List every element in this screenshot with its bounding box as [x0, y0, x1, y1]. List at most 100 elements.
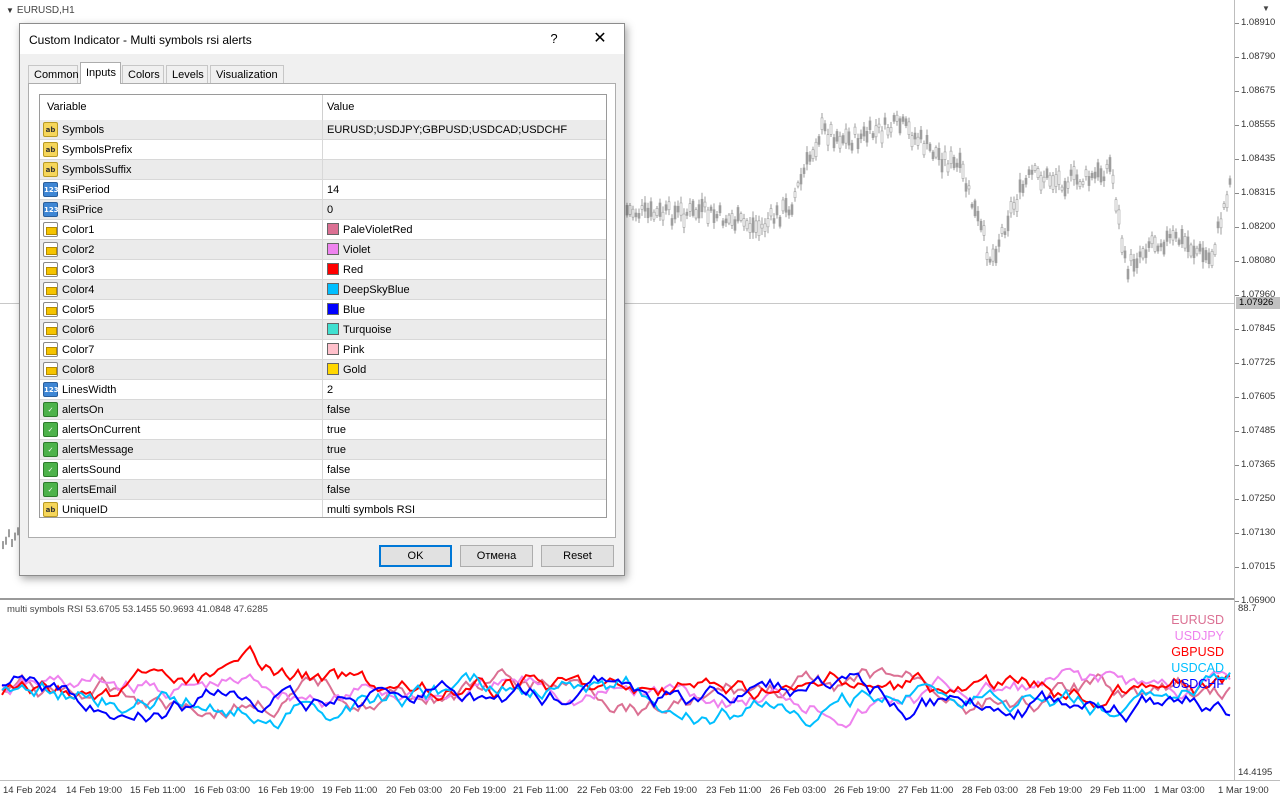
input-value[interactable]: true — [327, 444, 346, 456]
rsi-subwindow-title: multi symbols RSI 53.6705 53.1455 50.969… — [7, 604, 268, 615]
candle-body — [790, 204, 794, 215]
input-value[interactable]: Pink — [343, 344, 364, 356]
candle-body — [658, 202, 662, 217]
input-value[interactable]: Blue — [343, 304, 365, 316]
cancel-button[interactable]: Отмена — [460, 545, 533, 567]
input-value[interactable]: Turquoise — [343, 324, 392, 336]
input-row-color4[interactable]: Color4 DeepSkyBlue — [40, 280, 606, 300]
input-value[interactable]: false — [327, 404, 350, 416]
input-row-color8[interactable]: Color8 Gold — [40, 360, 606, 380]
price-label: 1.08315 — [1241, 187, 1276, 198]
cell-divider — [322, 460, 323, 479]
candle-body — [1189, 244, 1193, 257]
candle-body — [625, 205, 629, 216]
candle-body — [1111, 174, 1115, 184]
input-row-color7[interactable]: Color7 Pink — [40, 340, 606, 360]
input-value[interactable]: 0 — [327, 204, 333, 216]
candle-body — [892, 115, 896, 122]
cell-divider — [322, 280, 323, 299]
candle-body — [928, 143, 932, 151]
input-row-color5[interactable]: Color5 Blue — [40, 300, 606, 320]
cell-divider — [322, 340, 323, 359]
input-row-rsiprice[interactable]: 123 RsiPrice 0 — [40, 200, 606, 220]
column-divider[interactable] — [322, 95, 323, 120]
ok-button[interactable]: OK — [379, 545, 452, 567]
tab-levels[interactable]: Levels — [166, 65, 208, 83]
candle-body — [1108, 157, 1112, 172]
input-row-color6[interactable]: Color6 Turquoise — [40, 320, 606, 340]
candle-body — [985, 252, 989, 260]
input-row-color2[interactable]: Color2 Violet — [40, 240, 606, 260]
input-value[interactable]: Gold — [343, 364, 366, 376]
candle-body — [901, 116, 905, 122]
candle-body — [934, 147, 938, 158]
candle-body — [1153, 236, 1157, 252]
candle-body — [646, 207, 650, 219]
candle-body — [877, 123, 881, 128]
cell-divider — [322, 300, 323, 319]
input-row-color1[interactable]: Color1 PaleVioletRed — [40, 220, 606, 240]
time-label: 26 Feb 19:00 — [834, 785, 890, 796]
candle-body — [649, 201, 653, 217]
input-row-rsiperiod[interactable]: 123 RsiPeriod 14 — [40, 180, 606, 200]
input-value[interactable]: true — [327, 424, 346, 436]
legend-usdcad: USDCAD — [1171, 661, 1224, 675]
input-value[interactable]: false — [327, 464, 350, 476]
candle-body — [634, 212, 638, 218]
legend-usdjpy: USDJPY — [1174, 629, 1224, 643]
input-value[interactable]: false — [327, 484, 350, 496]
candle-body — [988, 258, 992, 263]
price-axis[interactable]: 1.07926 1.08910 1.08790 1.08675 1.08555 1.08… — [1234, 0, 1280, 780]
inputs-grid: Variable Value ab Symbols EURUSD;USDJPY;GB… — [39, 94, 607, 518]
input-row-alertssound[interactable]: ✓ alertsSound false — [40, 460, 606, 480]
input-value[interactable]: PaleVioletRed — [343, 224, 413, 236]
tab-common[interactable]: Common — [28, 65, 79, 83]
input-value[interactable]: Violet — [343, 244, 370, 256]
input-value[interactable]: 2 — [327, 384, 333, 396]
input-row-symbols[interactable]: ab Symbols EURUSD;USDJPY;GBPUSD;USDCAD;USD… — [40, 120, 606, 140]
boolean-type-icon: ✓ — [43, 482, 58, 497]
input-row-alertsmessage[interactable]: ✓ alertsMessage true — [40, 440, 606, 460]
time-label: 28 Feb 19:00 — [1026, 785, 1082, 796]
time-label: 27 Feb 11:00 — [898, 785, 954, 796]
price-label: 1.08910 — [1241, 17, 1276, 28]
candle-body — [1018, 179, 1022, 193]
input-name: Color8 — [62, 364, 95, 376]
tab-colors[interactable]: Colors — [122, 65, 164, 83]
candle-body — [781, 199, 785, 212]
scroll-up-icon[interactable]: ▼ — [1262, 4, 1270, 13]
input-row-alertson[interactable]: ✓ alertsOn false — [40, 400, 606, 420]
input-row-alertsoncurrent[interactable]: ✓ alertsOnCurrent true — [40, 420, 606, 440]
input-row-symbolssuffix[interactable]: ab SymbolsSuffix — [40, 160, 606, 180]
tab-visualization[interactable]: Visualization — [210, 65, 284, 83]
rsi-subwindow[interactable]: multi symbols RSI 53.6705 53.1455 50.969… — [0, 600, 1234, 780]
input-row-symbolsprefix[interactable]: ab SymbolsPrefix — [40, 140, 606, 160]
string-type-icon: ab — [43, 142, 58, 157]
input-value[interactable]: DeepSkyBlue — [343, 284, 410, 296]
candle-body — [1093, 171, 1097, 179]
cell-divider — [322, 120, 323, 139]
time-axis[interactable]: 14 Feb 2024 14 Feb 19:00 15 Feb 11:00 16 Fe… — [0, 780, 1280, 801]
candle-body — [886, 127, 890, 136]
candle-body — [673, 205, 677, 220]
input-value[interactable]: 14 — [327, 184, 339, 196]
input-value[interactable]: multi symbols RSI — [327, 504, 415, 516]
price-label: 1.08080 — [1241, 255, 1276, 266]
input-row-uniqueid[interactable]: ab UniqueID multi symbols RSI — [40, 500, 606, 517]
color-type-icon — [43, 222, 58, 237]
input-value[interactable]: Red — [343, 264, 363, 276]
candle-body — [706, 209, 710, 224]
help-button[interactable]: ? — [542, 28, 566, 50]
reset-button[interactable]: Reset — [541, 545, 614, 567]
chart-menu-icon[interactable]: ▼ — [6, 6, 14, 15]
input-row-lineswidth[interactable]: 123 LinesWidth 2 — [40, 380, 606, 400]
input-row-color3[interactable]: Color3 Red — [40, 260, 606, 280]
input-row-alertsemail[interactable]: ✓ alertsEmail false — [40, 480, 606, 500]
dialog-titlebar[interactable]: Custom Indicator - Multi symbols rsi ale… — [20, 24, 624, 54]
close-button[interactable]: ✕ — [587, 27, 613, 51]
integer-type-icon: 123 — [43, 182, 59, 197]
value-column-header[interactable]: Value — [327, 101, 354, 113]
variable-column-header[interactable]: Variable — [47, 101, 87, 113]
tab-inputs[interactable]: Inputs — [80, 62, 121, 84]
input-value[interactable]: EURUSD;USDJPY;GBPUSD;USDCAD;USDCHF — [327, 124, 567, 136]
